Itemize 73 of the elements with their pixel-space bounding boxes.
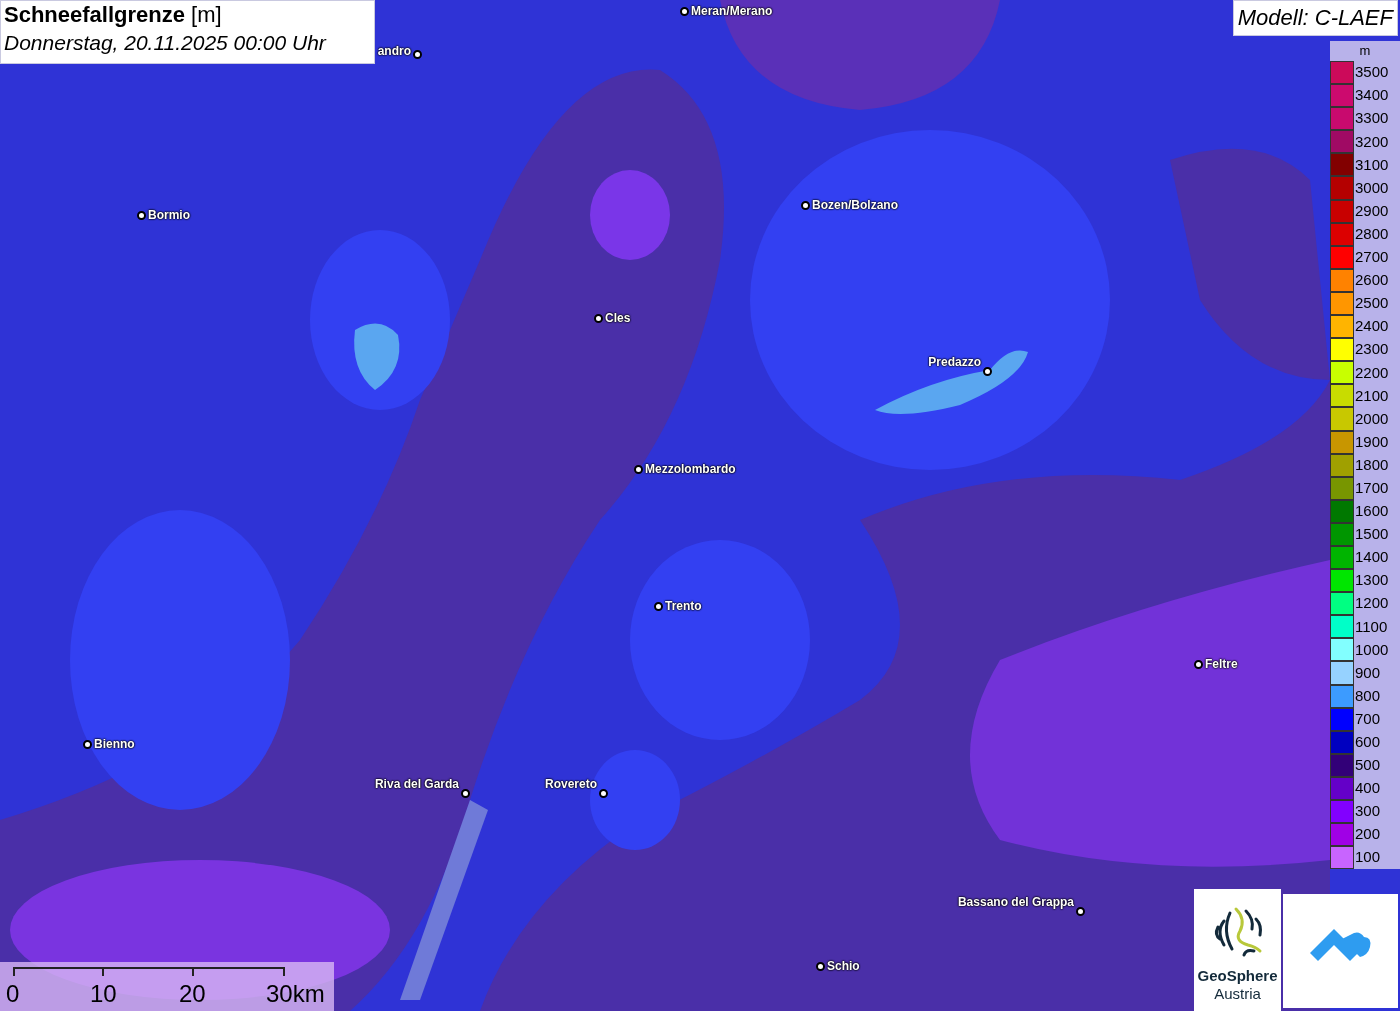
city-marker-icon <box>413 50 422 59</box>
legend-label: 800 <box>1354 685 1381 706</box>
legend-label: 1300 <box>1354 570 1389 591</box>
city-label: Bormio <box>148 208 190 222</box>
city-label: andro <box>377 44 411 58</box>
legend-label: 3100 <box>1354 154 1389 175</box>
legend-label: 1500 <box>1354 524 1389 545</box>
legend-label: 300 <box>1354 801 1381 822</box>
city-label: Predazzo <box>928 355 981 369</box>
legend-label: 2700 <box>1354 247 1389 268</box>
forecast-date: Donnerstag, 20.11.2025 00:00 Uhr <box>4 30 328 56</box>
legend-label: 1800 <box>1354 454 1389 475</box>
legend-label: 500 <box>1354 755 1381 776</box>
city-label: Trento <box>665 599 702 613</box>
legend-label: 2100 <box>1354 385 1389 406</box>
city-marker-icon <box>680 7 689 16</box>
legend-label: 400 <box>1354 778 1381 799</box>
city-marker-icon <box>1076 907 1085 916</box>
legend-label: 1400 <box>1354 547 1389 568</box>
legend-label: 1200 <box>1354 593 1389 614</box>
legend-label: 2800 <box>1354 223 1389 244</box>
city-marker-icon <box>654 602 663 611</box>
legend-label: 2000 <box>1354 408 1389 429</box>
scale-label: 30km <box>266 980 325 1008</box>
legend-label: 900 <box>1354 662 1381 683</box>
city-marker-icon <box>634 465 643 474</box>
legend-label: 700 <box>1354 708 1381 729</box>
legend-label: 1100 <box>1354 616 1388 637</box>
city-marker-icon <box>1194 660 1203 669</box>
city-label: Meran/Merano <box>691 4 773 18</box>
legend-label: 3300 <box>1354 108 1389 129</box>
city-label: Bienno <box>94 737 135 751</box>
scale-label: 10 <box>90 980 117 1008</box>
legend-label: 1700 <box>1354 478 1389 498</box>
legend-label: 3500 <box>1354 62 1389 83</box>
city-label: Riva del Garda <box>374 777 459 791</box>
city-label: Feltre <box>1205 657 1238 671</box>
city-label: Rovereto <box>545 777 597 791</box>
city-marker-icon <box>983 367 992 376</box>
scale-label: 20 <box>179 980 206 1008</box>
city-label: Mezzolombardo <box>645 462 736 476</box>
legend-label: 2300 <box>1354 339 1389 360</box>
map-title: Schneefallgrenze [m] <box>4 1 223 29</box>
legend-label: 1600 <box>1354 501 1389 522</box>
legend-label: 600 <box>1354 732 1381 752</box>
legend-label: 2900 <box>1354 200 1389 221</box>
city-marker-icon <box>137 211 146 220</box>
legend-unit: m <box>1358 42 1372 60</box>
city-marker-icon <box>599 789 608 798</box>
city-label: Cles <box>605 311 631 325</box>
legend-label: 200 <box>1354 824 1381 845</box>
scale-label: 0 <box>6 980 20 1008</box>
city-marker-icon <box>594 314 603 323</box>
city-label: Schio <box>827 959 860 973</box>
logo-country: Austria <box>1214 984 1261 1003</box>
city-label: Bozen/Bolzano <box>812 198 898 212</box>
legend-label: 3200 <box>1354 131 1389 152</box>
city-marker-icon <box>461 789 470 798</box>
legend-label: 2400 <box>1354 316 1389 337</box>
legend-label: 2600 <box>1354 270 1389 291</box>
city-marker-icon <box>801 201 810 210</box>
legend-label: 3000 <box>1354 177 1389 198</box>
legend-label: 1900 <box>1354 431 1389 452</box>
model-label: Modell: C-LAEF <box>1232 0 1398 36</box>
legend-label: 1000 <box>1354 639 1389 660</box>
legend-label: 100 <box>1354 847 1381 868</box>
legend-label: 2500 <box>1354 293 1389 314</box>
legend-label: 3400 <box>1354 85 1389 106</box>
city-marker-icon <box>83 740 92 749</box>
city-marker-icon <box>816 962 825 971</box>
city-label: Bassano del Grappa <box>957 895 1074 909</box>
logo-name: GeoSphere <box>1197 967 1278 984</box>
legend-label: 2200 <box>1354 362 1389 383</box>
